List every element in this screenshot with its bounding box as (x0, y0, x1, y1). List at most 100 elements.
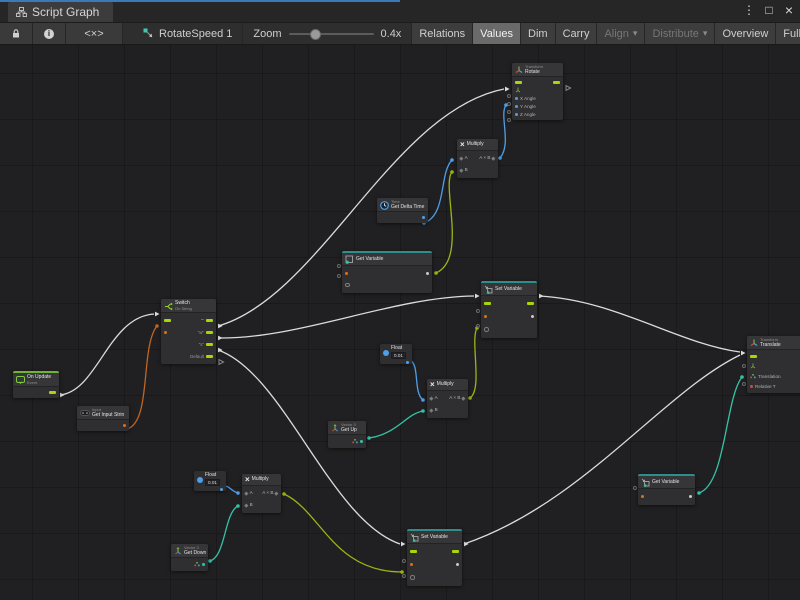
vector-out-port[interactable] (360, 440, 363, 443)
wire-float-to-multiply2-a[interactable] (410, 360, 423, 400)
node-float-lower[interactable]: Float 0.01 (194, 471, 226, 491)
variable-icon (345, 255, 354, 264)
value-out-port[interactable] (689, 495, 692, 498)
toolbar-button-relations[interactable]: Relations (411, 23, 472, 44)
flow-in-port[interactable] (410, 550, 417, 553)
wire-multiply-to-rotate-x[interactable] (500, 105, 506, 158)
float-value-field[interactable]: 0.01 (391, 352, 406, 359)
flow-out-port[interactable] (527, 302, 534, 305)
node-get-variable-upper[interactable]: Get Variable (342, 251, 432, 293)
node-get-input-string[interactable]: Input Get Input Strin (77, 406, 129, 431)
case-w-out-port[interactable] (206, 331, 213, 334)
object-port[interactable] (345, 283, 350, 288)
y-angle-port[interactable] (515, 105, 518, 108)
float-out-port[interactable] (406, 361, 409, 364)
variable-name-port[interactable] (641, 495, 644, 498)
node-get-variable-right[interactable]: Get Variable (638, 474, 695, 505)
float-out-port[interactable] (422, 216, 425, 219)
flow-arrow (401, 542, 406, 547)
toolbar-button-carry[interactable]: Carry (555, 23, 597, 44)
wire-delta-time-to-multiply-a[interactable] (424, 160, 452, 223)
node-vector3-get-down[interactable]: Vector 3 Get Down (171, 544, 208, 571)
toolbar-button-dim[interactable]: Dim (520, 23, 555, 44)
float-out-port[interactable] (220, 488, 223, 491)
wire-get-variable-to-multiply-b[interactable] (436, 172, 452, 273)
close-icon[interactable] (782, 3, 796, 18)
value-out-port[interactable] (456, 563, 459, 566)
wire-float2-to-multiply3-a[interactable] (224, 486, 238, 493)
flow-in-port[interactable] (515, 81, 522, 84)
selector-in-port[interactable] (164, 331, 167, 334)
relative-to-port[interactable] (750, 385, 753, 388)
toolbar-button-align[interactable]: Align (596, 23, 644, 44)
flow-in-port[interactable] (484, 302, 491, 305)
variable-name-port[interactable] (410, 563, 413, 566)
info-button[interactable] (33, 23, 66, 44)
tab-label: Script Graph (32, 5, 99, 19)
string-out-port[interactable] (123, 424, 126, 427)
flow-out-port[interactable] (452, 550, 459, 553)
toolbar-button-values[interactable]: Values (472, 23, 520, 44)
node-switch-on-string[interactable]: Switch On String "" "w" "s" Default (161, 299, 216, 364)
node-on-update[interactable]: On Update Event (13, 371, 59, 398)
wire-get-variable2-to-translate[interactable] (699, 377, 742, 493)
flow-out-port[interactable] (49, 391, 56, 394)
flow-out-port[interactable] (553, 81, 560, 84)
graph-wires[interactable] (0, 45, 800, 600)
on-update-icon (16, 376, 25, 384)
flow-in-port[interactable] (750, 355, 757, 358)
zoom-slider[interactable] (289, 33, 374, 35)
value-out-port[interactable] (426, 272, 429, 275)
wire-get-up-to-multiply2-b[interactable] (369, 411, 423, 438)
zoom-slider-handle[interactable] (310, 29, 321, 40)
value-in-port[interactable] (484, 327, 489, 332)
toolbar-button-fullscreen[interactable]: Full Screen (775, 23, 800, 44)
variable-name-port[interactable] (345, 272, 348, 275)
port-stub (508, 95, 511, 98)
window-menu-icon[interactable] (742, 3, 756, 18)
wire-get-input-to-switch[interactable] (127, 326, 157, 429)
toolbar-button-overview[interactable]: Overview (714, 23, 775, 44)
node-multiply-lower[interactable]: Multiply A A × B B (242, 474, 281, 513)
z-angle-port[interactable] (515, 113, 518, 116)
node-get-delta-time[interactable]: Time Get Delta Time (377, 198, 428, 223)
node-transform-rotate[interactable]: Transform Rotate X Angle Y Angle Z Angle (512, 63, 563, 120)
wire-endpoint-dot (421, 398, 425, 402)
wire-set-variable-to-translate[interactable] (539, 296, 740, 352)
node-multiply-upper[interactable]: Multiply A A × B B (457, 139, 498, 178)
vector-out-port[interactable] (202, 563, 205, 566)
case-default-out-port[interactable] (206, 355, 213, 358)
node-set-variable-bottom[interactable]: Set Variable (407, 529, 462, 586)
node-set-variable-middle[interactable]: Set Variable (481, 281, 537, 338)
float-icon (383, 350, 389, 356)
wire-multiply2-to-set-variable[interactable] (470, 328, 477, 398)
toolbar-button-distribute[interactable]: Distribute (644, 23, 714, 44)
float-value-field[interactable]: 0.01 (205, 479, 220, 486)
tab-script-graph[interactable]: Script Graph (8, 2, 113, 22)
wire-set-variable2-to-translate[interactable] (464, 355, 740, 544)
graph-toolbar: <×> RotateSpeed 1 Zoom 0.4x Relations Va… (0, 23, 800, 45)
wire-on-update-to-switch[interactable] (60, 314, 154, 395)
wire-multiply3-to-set-variable2[interactable] (284, 494, 402, 572)
wire-get-down-to-multiply3-b[interactable] (210, 506, 238, 561)
node-vector3-get-up[interactable]: Vector 3 Get Up (328, 421, 366, 448)
case-s-out-port[interactable] (206, 343, 213, 346)
graph-canvas[interactable]: On Update Event Input Get Input Strin (0, 45, 800, 600)
graph-reference[interactable]: RotateSpeed 1 (133, 23, 243, 44)
lock-button[interactable] (0, 23, 33, 44)
flow-in-port[interactable] (164, 319, 171, 322)
case-empty-out-port[interactable] (206, 319, 213, 322)
wire-switch-w-to-set-variable[interactable] (218, 296, 474, 338)
node-transform-translate[interactable]: Transform Translate Translation Relative… (747, 336, 800, 393)
x-angle-port[interactable] (515, 97, 518, 100)
multiply-icon (460, 141, 465, 149)
maximize-icon[interactable] (762, 3, 776, 18)
code-toggle-button[interactable]: <×> (66, 23, 123, 44)
value-out-port[interactable] (531, 315, 534, 318)
value-in-port[interactable] (410, 575, 415, 580)
script-graph-icon (16, 7, 27, 17)
node-multiply-middle[interactable]: Multiply A A × B B (427, 379, 468, 418)
port-stub (634, 487, 637, 490)
node-float-upper[interactable]: Float 0.01 (380, 344, 412, 364)
variable-name-port[interactable] (484, 315, 487, 318)
